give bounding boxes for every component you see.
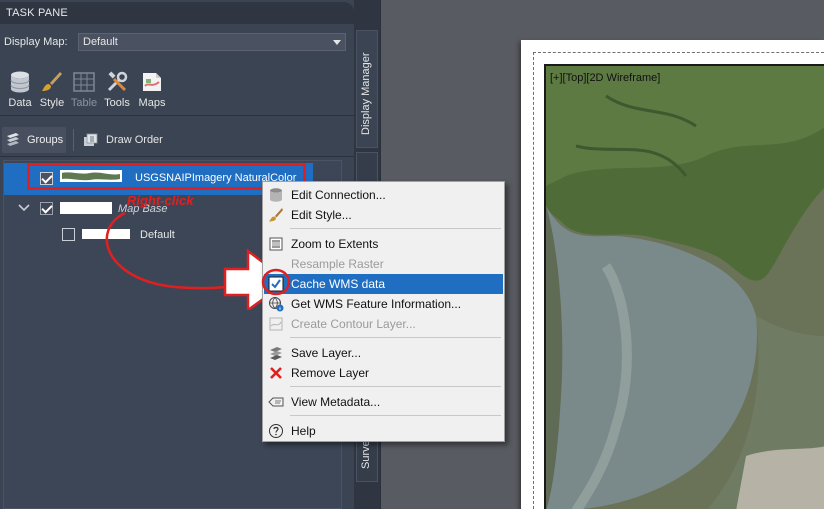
viewport-view-label[interactable]: [+][Top][2D Wireframe] bbox=[550, 72, 660, 84]
close-icon bbox=[270, 367, 282, 379]
menu-item-cache-wms-data[interactable]: Cache WMS data bbox=[264, 274, 503, 294]
menu-item-label: Edit Style... bbox=[291, 208, 352, 222]
tools-button[interactable]: Tools bbox=[101, 66, 133, 112]
tab-display-manager-label: Display Manager bbox=[360, 52, 372, 135]
menu-item-get-wms-feature-info[interactable]: Get WMS Feature Information... bbox=[264, 294, 503, 314]
layer-context-menu: Edit Connection... Edit Style... Zoom to… bbox=[262, 181, 505, 442]
default-layer-checkbox[interactable] bbox=[62, 228, 75, 241]
chevron-down-icon bbox=[333, 40, 341, 45]
save-layer-icon bbox=[270, 347, 282, 360]
menu-item-label: Create Contour Layer... bbox=[291, 317, 416, 331]
task-pane-toolbar: Data Style Table Tools Maps bbox=[0, 60, 354, 116]
draw-order-icon bbox=[84, 133, 98, 146]
tab-display-manager[interactable]: Display Manager bbox=[356, 30, 378, 148]
menu-item-resample-raster[interactable]: Resample Raster bbox=[264, 254, 503, 274]
menu-item-label: Resample Raster bbox=[291, 257, 384, 271]
menu-item-view-metadata[interactable]: View Metadata... bbox=[264, 392, 503, 412]
task-pane-title: TASK PANE bbox=[0, 2, 354, 24]
zoom-extents-icon bbox=[269, 237, 283, 251]
display-map-label: Display Map: bbox=[4, 36, 68, 48]
draw-order-label: Draw Order bbox=[106, 134, 163, 146]
draw-order-button[interactable]: Draw Order bbox=[82, 127, 172, 153]
menu-item-label: Remove Layer bbox=[291, 366, 370, 380]
globe-info-icon bbox=[269, 297, 284, 312]
menu-item-create-contour-layer[interactable]: Create Contour Layer... bbox=[264, 314, 503, 334]
menu-item-save-layer[interactable]: Save Layer... bbox=[264, 343, 503, 363]
menu-item-label: Help bbox=[291, 424, 316, 438]
toolbar-separator bbox=[73, 129, 74, 151]
aerial-imagery bbox=[546, 66, 824, 509]
group-visibility-checkbox[interactable] bbox=[40, 202, 53, 215]
database-icon bbox=[270, 188, 282, 202]
menu-separator bbox=[290, 337, 501, 338]
menu-item-label: View Metadata... bbox=[291, 395, 381, 409]
menu-separator bbox=[290, 228, 501, 229]
table-icon bbox=[73, 72, 95, 92]
database-icon bbox=[10, 71, 30, 93]
menu-separator bbox=[290, 386, 501, 387]
groups-button[interactable]: Groups bbox=[2, 127, 66, 153]
tools-icon bbox=[107, 71, 128, 92]
brush-icon bbox=[269, 208, 283, 222]
groups-icon bbox=[7, 133, 19, 146]
menu-item-label: Get WMS Feature Information... bbox=[291, 297, 462, 311]
maps-button[interactable]: Maps bbox=[136, 66, 168, 112]
menu-item-label: Edit Connection... bbox=[291, 188, 386, 202]
menu-item-remove-layer[interactable]: Remove Layer bbox=[264, 363, 503, 383]
map-viewport-frame[interactable] bbox=[544, 64, 824, 509]
menu-item-zoom-to-extents[interactable]: Zoom to Extents bbox=[264, 234, 503, 254]
help-icon bbox=[269, 424, 283, 438]
menu-item-label: Cache WMS data bbox=[291, 277, 386, 291]
menu-item-label: Zoom to Extents bbox=[291, 237, 379, 251]
display-map-value: Default bbox=[83, 36, 118, 48]
menu-item-label: Save Layer... bbox=[291, 346, 362, 360]
metadata-icon bbox=[268, 397, 284, 407]
maps-icon bbox=[143, 73, 161, 91]
display-map-select[interactable]: Default bbox=[78, 33, 346, 51]
menu-item-edit-connection[interactable]: Edit Connection... bbox=[264, 185, 503, 205]
display-map-row: Display Map: Default bbox=[4, 33, 346, 53]
brush-icon bbox=[42, 72, 62, 91]
menu-separator bbox=[290, 415, 501, 416]
chevron-down-icon[interactable] bbox=[18, 203, 30, 213]
menu-item-help[interactable]: Help bbox=[264, 421, 503, 441]
menu-item-edit-style[interactable]: Edit Style... bbox=[264, 205, 503, 225]
annotation-circle-icon bbox=[261, 268, 291, 296]
contour-icon bbox=[269, 317, 283, 331]
view-mode-bar: Groups Draw Order bbox=[0, 121, 354, 157]
maps-label: Maps bbox=[138, 97, 166, 109]
groups-label: Groups bbox=[27, 134, 64, 146]
